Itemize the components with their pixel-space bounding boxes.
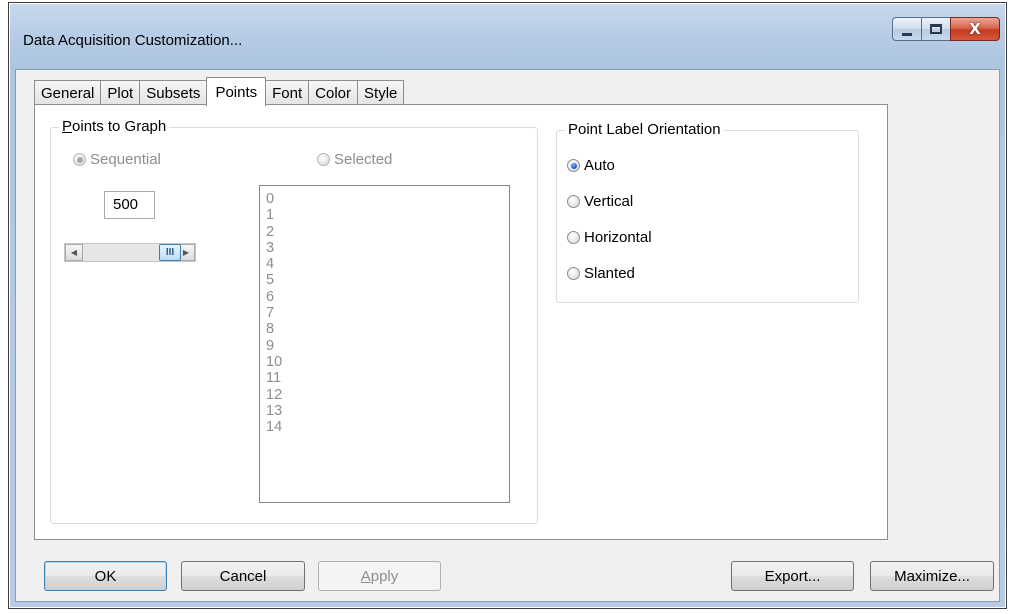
apply-mnemonic: A [360,567,371,585]
list-item[interactable]: 7 [266,305,509,321]
horizontal-radio-indicator [567,231,580,244]
list-item[interactable]: 8 [266,321,509,337]
auto-radio-indicator [567,159,580,172]
vertical-radio-indicator [567,195,580,208]
orientation-radio-auto[interactable]: Auto [567,157,615,174]
orientation-group: Point Label Orientation Auto Vertical Ho… [556,121,859,303]
list-item[interactable]: 0 [266,191,509,207]
vertical-label: Vertical [584,193,634,210]
tab-font[interactable]: Font [265,80,310,105]
sequential-label: Sequential [90,151,161,168]
minimize-icon [902,32,912,36]
close-icon: X [969,20,981,38]
scroll-thumb[interactable]: III [159,244,181,261]
list-item[interactable]: 1 [266,207,509,223]
sequential-radio[interactable]: Sequential [73,151,161,168]
sequential-radio-indicator [73,153,86,166]
points-listbox[interactable]: 0 1 2 3 4 5 6 7 8 9 10 11 12 13 14 [259,185,510,503]
apply-button[interactable]: Apply [318,561,441,591]
maximize-icon [930,24,942,34]
selected-radio-indicator [317,153,330,166]
list-item[interactable]: 12 [266,387,509,403]
points-to-graph-label: Points to Graph [59,118,170,136]
tab-points[interactable]: Points [206,77,267,106]
apply-label-rest: pply [370,567,399,585]
list-item[interactable]: 6 [266,289,509,305]
window-controls: X [892,17,1000,41]
list-item[interactable]: 5 [266,272,509,288]
minimize-button[interactable] [892,17,922,41]
orientation-radio-vertical[interactable]: Vertical [567,193,633,210]
orientation-radio-slanted[interactable]: Slanted [567,265,635,282]
title-bar[interactable]: Data Acquisition Customization... X [9,3,1006,69]
cancel-button[interactable]: Cancel [181,561,305,591]
tab-strip: General Plot Subsets Points Font Color S… [34,77,405,106]
maximize-button[interactable]: Maximize... [870,561,994,591]
orientation-label: Point Label Orientation [565,121,724,139]
scroll-left-arrow-icon[interactable]: ◀ [65,244,83,261]
list-item[interactable]: 9 [266,338,509,354]
orientation-radio-horizontal[interactable]: Horizontal [567,229,652,246]
tab-style[interactable]: Style [357,80,405,105]
list-item[interactable]: 11 [266,370,509,386]
tab-plot[interactable]: Plot [100,80,141,105]
horizontal-label: Horizontal [584,229,652,246]
ok-button[interactable]: OK [44,561,167,591]
list-item[interactable]: 3 [266,240,509,256]
dialog-client-area: General Plot Subsets Points Font Color S… [15,69,1000,602]
slanted-radio-indicator [567,267,580,280]
selected-radio[interactable]: Selected [317,151,392,168]
close-button[interactable]: X [950,17,1000,41]
auto-label: Auto [584,157,615,174]
points-tab-panel: Points to Graph Sequential Selected 5 00 … [34,104,888,540]
tab-subsets[interactable]: Subsets [139,80,208,105]
dialog-window: Data Acquisition Customization... X Gene… [8,2,1007,609]
tab-general[interactable]: General [34,80,102,105]
list-item[interactable]: 10 [266,354,509,370]
list-item[interactable]: 2 [266,224,509,240]
points-to-graph-group: Points to Graph Sequential Selected 5 00 … [50,118,538,524]
list-item[interactable]: 14 [266,419,509,435]
scroll-track[interactable]: III [83,244,181,261]
export-button[interactable]: Export... [731,561,854,591]
list-item[interactable]: 4 [266,256,509,272]
tab-color[interactable]: Color [308,80,359,105]
points-count-scrollbar[interactable]: ◀ III ▶ [64,243,196,262]
selected-label: Selected [334,151,393,168]
list-item[interactable]: 13 [266,403,509,419]
window-title: Data Acquisition Customization... [23,32,243,49]
maximize-window-button[interactable] [921,17,951,41]
slanted-label: Slanted [584,265,635,282]
points-count-field[interactable]: 500 [104,191,155,219]
